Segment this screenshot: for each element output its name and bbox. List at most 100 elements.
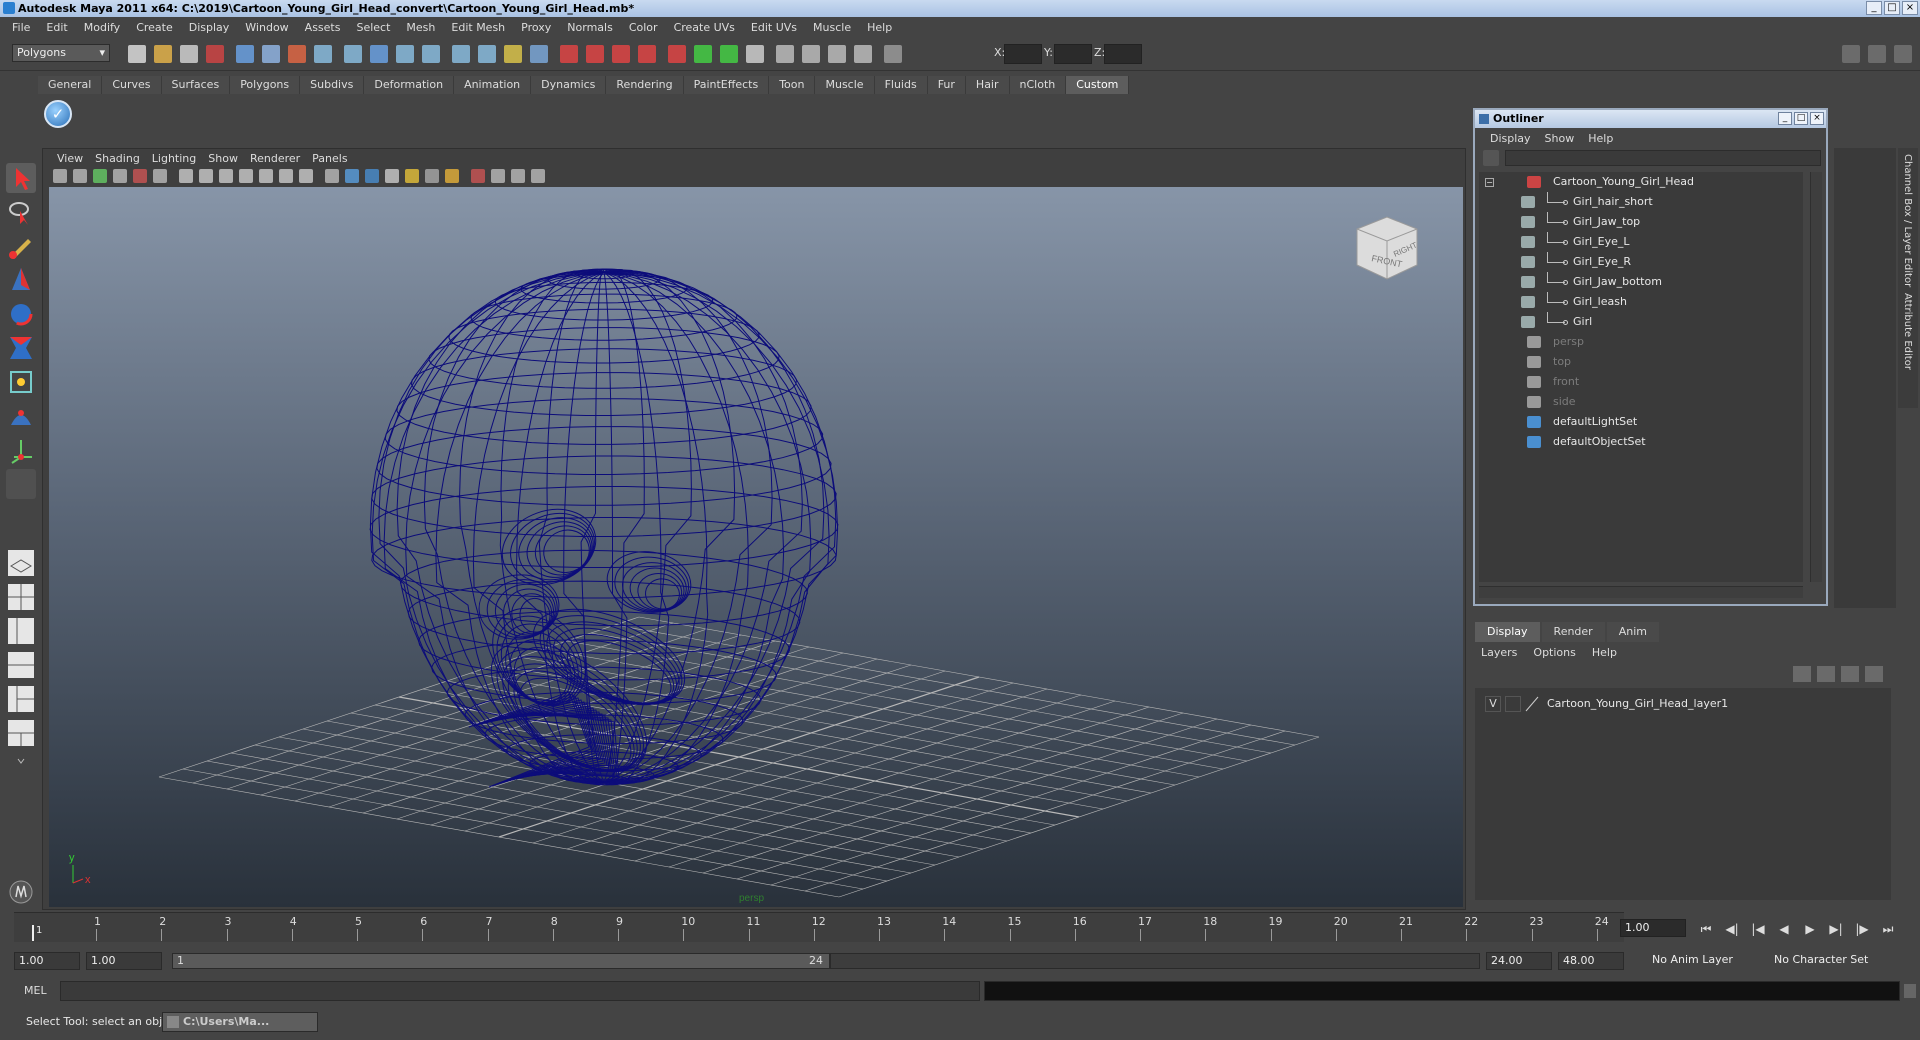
wireframe-icon[interactable]: [325, 169, 339, 183]
move-tool-icon[interactable]: [6, 265, 36, 295]
shadows-icon[interactable]: [425, 169, 439, 183]
universal-manipulator-icon[interactable]: [6, 367, 36, 397]
layer-tab-display[interactable]: Display: [1475, 622, 1540, 642]
layer-tab-render[interactable]: Render: [1541, 622, 1605, 642]
preferences-icon[interactable]: [828, 45, 846, 63]
layer-color-slash-icon[interactable]: [1525, 696, 1539, 712]
menu-create[interactable]: Create: [128, 21, 181, 34]
persp-graph-outliner-layout-icon[interactable]: [6, 718, 36, 748]
scale-tool-icon[interactable]: [6, 333, 36, 363]
select-tool-icon[interactable]: [6, 163, 36, 193]
range-slider[interactable]: 1 24: [172, 953, 830, 969]
select-by-hierarchy-icon[interactable]: [206, 45, 224, 63]
panel-menu-shading[interactable]: Shading: [89, 152, 146, 165]
render-settings-icon[interactable]: [612, 45, 630, 63]
outliner-item[interactable]: Girl_Jaw_bottom: [1479, 272, 1803, 292]
snap-to-grid-icon[interactable]: [314, 45, 332, 63]
select-by-object-icon[interactable]: [236, 45, 254, 63]
lasso-tool-icon[interactable]: [6, 197, 36, 227]
attribute-editor-toggle-icon[interactable]: [1894, 45, 1912, 63]
shelf-tab-animation[interactable]: Animation: [454, 76, 532, 94]
menu-proxy[interactable]: Proxy: [513, 21, 559, 34]
channel-box-tab[interactable]: Channel Box / Layer Editor: [1902, 154, 1913, 287]
select-mode-icon[interactable]: [802, 45, 820, 63]
persp-graph-layout-icon[interactable]: [6, 650, 36, 680]
select-by-component-icon[interactable]: [262, 45, 280, 63]
film-gate-icon[interactable]: [199, 169, 213, 183]
move-layer-down-icon[interactable]: [1865, 666, 1883, 682]
outliner-item[interactable]: Girl_hair_short: [1479, 192, 1803, 212]
outliner-filter-input[interactable]: [1505, 150, 1821, 166]
move-layer-up-icon[interactable]: [1841, 666, 1859, 682]
construction-history-icon[interactable]: [452, 45, 470, 63]
go-to-end-icon[interactable]: ⏭: [1878, 920, 1898, 938]
attribute-editor-tab[interactable]: Attribute Editor: [1902, 293, 1913, 370]
shelf-tab-fluids[interactable]: Fluids: [874, 76, 928, 94]
menu-assets[interactable]: Assets: [297, 21, 349, 34]
shelf-tab-painteffects[interactable]: PaintEffects: [683, 76, 770, 94]
safe-title-icon[interactable]: [299, 169, 313, 183]
step-back-key-icon[interactable]: |◀: [1748, 920, 1768, 938]
current-time-marker[interactable]: 1: [32, 925, 42, 941]
menu-modify[interactable]: Modify: [76, 21, 128, 34]
menu-color[interactable]: Color: [621, 21, 666, 34]
snap-to-point-icon[interactable]: [370, 45, 388, 63]
selection-mask-icon[interactable]: [288, 45, 306, 63]
panel-menu-lighting[interactable]: Lighting: [146, 152, 202, 165]
scene-canvas[interactable]: FRONT RIGHT y x persp: [49, 187, 1463, 907]
outliner-item[interactable]: side: [1479, 392, 1803, 412]
shelf-tab-surfaces[interactable]: Surfaces: [161, 76, 231, 94]
close-button[interactable]: ×: [1902, 1, 1918, 15]
gate-mask-icon[interactable]: [239, 169, 253, 183]
shelf-tab-custom[interactable]: Custom: [1066, 76, 1130, 94]
maya-help-hand-icon[interactable]: [6, 877, 36, 907]
menu-file[interactable]: File: [4, 21, 38, 34]
outliner-item[interactable]: defaultObjectSet: [1479, 432, 1803, 452]
command-language-label[interactable]: MEL: [24, 984, 47, 997]
two-d-pan-zoom-icon[interactable]: [133, 169, 147, 183]
backface-icon[interactable]: [531, 169, 545, 183]
x-field[interactable]: [1004, 44, 1042, 64]
output-ops-icon[interactable]: [504, 45, 522, 63]
character-set-dropdown[interactable]: No Character Set: [1770, 952, 1890, 970]
tool-icon[interactable]: [854, 45, 872, 63]
play-forwards-icon[interactable]: ▶: [1800, 920, 1820, 938]
menu-edit-mesh[interactable]: Edit Mesh: [443, 21, 513, 34]
isolate-select-icon[interactable]: [471, 169, 485, 183]
safe-action-icon[interactable]: [279, 169, 293, 183]
layer-menu-help[interactable]: Help: [1592, 646, 1633, 659]
soft-modification-tool-icon[interactable]: [6, 401, 36, 431]
shelf-tab-dynamics[interactable]: Dynamics: [531, 76, 607, 94]
minimize-button[interactable]: _: [1866, 1, 1882, 15]
grease-pencil-icon[interactable]: [153, 169, 167, 183]
shelf-tab-hair[interactable]: Hair: [965, 76, 1010, 94]
new-scene-icon[interactable]: [128, 45, 146, 63]
tool-settings-toggle-icon[interactable]: [1868, 45, 1886, 63]
rotate-tool-icon[interactable]: [6, 299, 36, 329]
play-backwards-icon[interactable]: ◀: [1774, 920, 1794, 938]
menu-muscle[interactable]: Muscle: [805, 21, 859, 34]
outliner-minimize-button[interactable]: _: [1778, 112, 1792, 125]
animation-end-field[interactable]: 48.00: [1558, 952, 1624, 970]
playback-start-field[interactable]: 1.00: [86, 952, 162, 970]
shelf-tab-curves[interactable]: Curves: [102, 76, 162, 94]
outliner-horizontal-scrollbar[interactable]: [1479, 586, 1803, 598]
script-icon[interactable]: [776, 45, 794, 63]
use-all-lights-icon[interactable]: [405, 169, 419, 183]
menu-edit[interactable]: Edit: [38, 21, 75, 34]
layer-display-type-toggle[interactable]: [1505, 696, 1521, 712]
field-chart-icon[interactable]: [259, 169, 273, 183]
camera-attributes-icon[interactable]: [73, 169, 87, 183]
input-ops-icon[interactable]: [478, 45, 496, 63]
script-editor-icon[interactable]: [1904, 984, 1916, 998]
outliner-item[interactable]: − Cartoon_Young_Girl_Head: [1479, 172, 1803, 192]
custom-shelf-checkmark-icon[interactable]: ✓: [44, 100, 72, 128]
time-slider[interactable]: 1 2 3 4 5 6 7 8 9 10 11 12 13 14 15 16 17 18 19 20 21 22 23 24 1: [14, 912, 1624, 942]
maximize-button[interactable]: □: [1884, 1, 1900, 15]
panel-menu-show[interactable]: Show: [202, 152, 244, 165]
menu-create-uvs[interactable]: Create UVs: [666, 21, 743, 34]
outliner-title-bar[interactable]: Outliner _ □ ×: [1475, 110, 1826, 128]
outliner-item[interactable]: Girl: [1479, 312, 1803, 332]
panel-menu-panels[interactable]: Panels: [306, 152, 353, 165]
step-forward-key-icon[interactable]: ▶|: [1826, 920, 1846, 938]
